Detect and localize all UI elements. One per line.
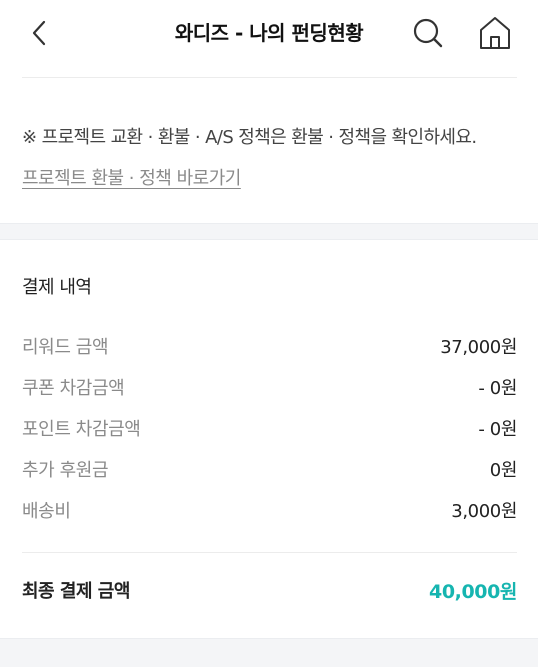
refund-policy-section: ※ 프로젝트 교환 · 환불 · A/S 정책은 환불 · 정책을 확인하세요.…	[22, 124, 522, 190]
payment-row-coupon: 쿠폰 차감금액 - 0원	[22, 366, 517, 407]
final-payment-label: 최종 결제 금액	[22, 581, 130, 602]
row-value: 0원	[489, 459, 518, 481]
final-payment-amount: 40,000원	[429, 580, 517, 603]
search-button[interactable]	[410, 15, 446, 51]
section-divider-bottom	[0, 638, 538, 667]
header-divider	[22, 77, 517, 78]
row-label: 포인트 차감금액	[22, 418, 141, 440]
payment-row-donation: 추가 후원금 0원	[22, 448, 517, 489]
payment-row-reward: 리워드 금액 37,000원	[22, 325, 517, 366]
row-label: 리워드 금액	[22, 336, 109, 358]
home-icon	[480, 17, 510, 49]
payment-row-shipping: 배송비 3,000원	[22, 489, 517, 530]
refund-policy-link[interactable]: 프로젝트 환불 · 정책 바로가기	[22, 164, 241, 190]
final-payment-row: 최종 결제 금액 40,000원	[22, 574, 517, 606]
payment-breakdown: 리워드 금액 37,000원 쿠폰 차감금액 - 0원 포인트 차감금액 - 0…	[22, 325, 517, 530]
total-divider	[22, 552, 517, 553]
row-value: 37,000원	[440, 336, 517, 358]
row-value: - 0원	[478, 377, 517, 399]
app-header: 와디즈 - 나의 펀딩현황	[0, 0, 538, 66]
row-label: 배송비	[22, 500, 71, 522]
payment-section-title: 결제 내역	[22, 277, 92, 298]
home-button[interactable]	[476, 15, 514, 51]
row-value: 3,000원	[451, 500, 517, 522]
policy-note: ※ 프로젝트 교환 · 환불 · A/S 정책은 환불 · 정책을 확인하세요.	[22, 127, 477, 148]
page-title: 와디즈 - 나의 펀딩현황	[174, 21, 364, 45]
payment-row-points: 포인트 차감금액 - 0원	[22, 407, 517, 448]
row-label: 쿠폰 차감금액	[22, 377, 125, 399]
row-label: 추가 후원금	[22, 459, 109, 481]
search-icon	[413, 18, 443, 48]
section-divider	[0, 223, 538, 240]
row-value: - 0원	[478, 418, 517, 440]
